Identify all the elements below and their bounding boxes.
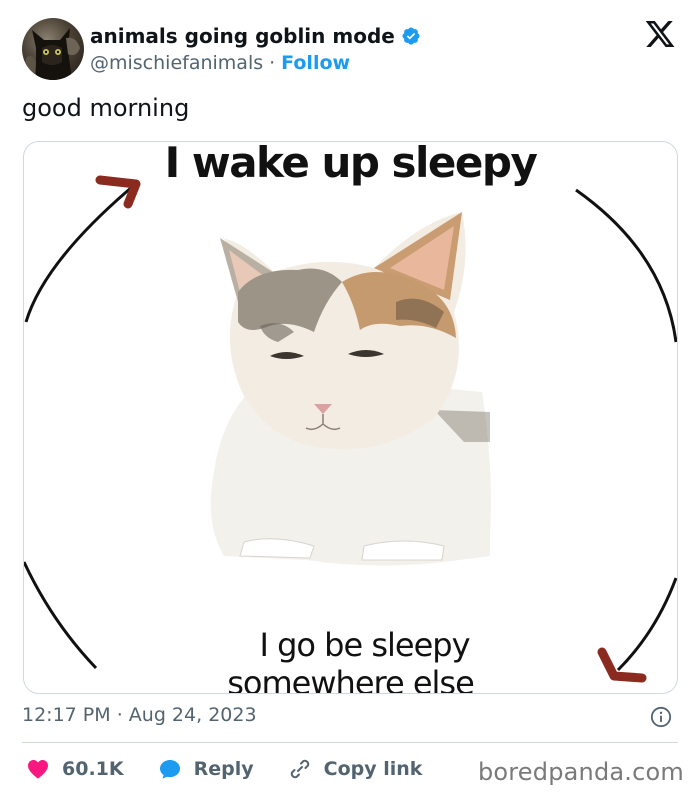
- link-icon: [290, 759, 309, 779]
- info-icon[interactable]: [650, 706, 672, 728]
- tweet-media[interactable]: I wake up sleepy I go be sleepy somewher…: [23, 141, 678, 694]
- follow-button[interactable]: Follow: [281, 52, 350, 74]
- tweet-header: animals going goblin mode @mischiefanima…: [22, 18, 678, 80]
- cat-avatar-icon: [24, 28, 80, 80]
- tweet-card: animals going goblin mode @mischiefanima…: [0, 0, 700, 796]
- meme-bottom-caption-line1: I go be sleepy: [259, 626, 470, 664]
- copy-link-label: Copy link: [323, 758, 423, 780]
- cat-icon: [210, 212, 491, 566]
- reply-bubble-icon: [159, 760, 180, 779]
- tweet-text: good morning: [22, 94, 190, 122]
- tweet-date: Aug 24, 2023: [128, 704, 257, 726]
- watermark: boredpanda.com: [477, 758, 684, 786]
- tweet-time: 12:17 PM: [22, 704, 111, 726]
- handle-separator: ·: [269, 52, 276, 74]
- verified-badge-icon: [402, 27, 420, 45]
- display-name-row: animals going goblin mode: [90, 22, 421, 50]
- name-block: animals going goblin mode @mischiefanima…: [90, 22, 421, 76]
- divider: [22, 742, 678, 743]
- timestamp-separator: ·: [116, 704, 123, 726]
- meme-illustration: [24, 175, 677, 683]
- like-button[interactable]: 60.1K: [26, 757, 124, 781]
- reply-label: Reply: [193, 758, 254, 780]
- action-bar: 60.1K Reply Copy link: [26, 754, 456, 784]
- tweet-timestamp[interactable]: 12:17 PM · Aug 24, 2023: [22, 704, 257, 726]
- handle[interactable]: @mischiefanimals: [90, 52, 263, 74]
- x-logo-icon[interactable]: [644, 18, 676, 50]
- reply-button[interactable]: Reply: [158, 757, 254, 781]
- handle-row: @mischiefanimals · Follow: [90, 50, 421, 76]
- display-name[interactable]: animals going goblin mode: [90, 24, 395, 48]
- meme-top-caption: I wake up sleepy: [164, 141, 538, 187]
- like-count: 60.1K: [62, 758, 124, 780]
- meme-bottom-caption-line2: somewhere else: [227, 664, 475, 694]
- avatar[interactable]: [22, 18, 84, 80]
- heart-icon: [28, 760, 48, 779]
- copy-link-button[interactable]: Copy link: [288, 757, 423, 781]
